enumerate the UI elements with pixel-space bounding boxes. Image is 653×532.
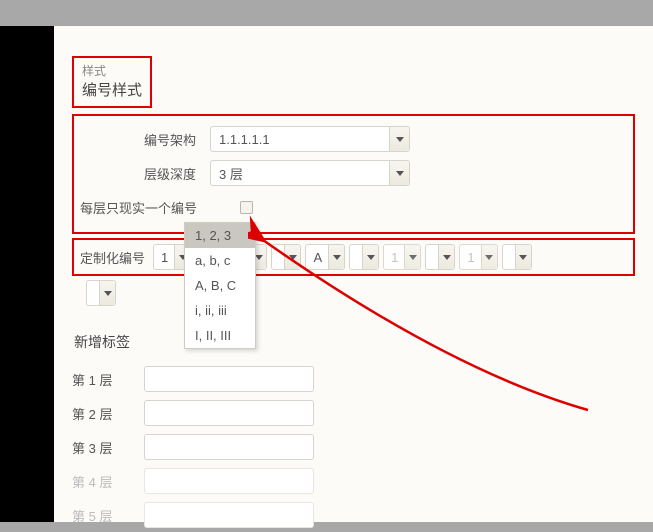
chevron-down-icon <box>389 127 409 151</box>
custom-numbering-box: 定制化编号 1 a A 1 1 <box>72 238 635 276</box>
dropdown-item[interactable]: i, ii, iii <box>185 298 255 323</box>
title-big: 编号样式 <box>82 79 142 100</box>
level-4-label: 第 4 层 <box>72 472 144 491</box>
custom-sep-4[interactable] <box>425 244 455 270</box>
custom-slot-3[interactable]: A <box>305 244 345 270</box>
tags-title: 新增标签 <box>74 332 635 352</box>
level-2-input[interactable] <box>144 400 314 426</box>
custom-sep-5[interactable] <box>502 244 532 270</box>
custom-sep-2[interactable] <box>271 244 301 270</box>
chevron-down-icon <box>99 281 115 305</box>
numbering-dropdown: 1, 2, 3 a, b, c A, B, C i, ii, iii I, II… <box>184 222 256 349</box>
dropdown-item[interactable]: a, b, c <box>185 248 255 273</box>
dropdown-item[interactable]: 1, 2, 3 <box>185 223 255 248</box>
level-1-input[interactable] <box>144 366 314 392</box>
numbering-settings-box: 编号架构 1.1.1.1.1 层级深度 3 层 每层只现实一个编号 <box>72 114 635 234</box>
custom-sep-3[interactable] <box>349 244 379 270</box>
custom-slot-5[interactable]: 1 <box>459 244 497 270</box>
chevron-down-icon <box>515 245 531 269</box>
arch-label: 编号架构 <box>78 130 210 149</box>
chevron-down-icon <box>404 245 420 269</box>
chevron-down-icon <box>438 245 454 269</box>
title-small: 样式 <box>82 62 142 79</box>
chevron-down-icon <box>389 161 409 185</box>
depth-label: 层级深度 <box>78 164 210 183</box>
custom-slot-4[interactable]: 1 <box>383 244 421 270</box>
arch-select[interactable]: 1.1.1.1.1 <box>210 126 410 152</box>
level-3-label: 第 3 层 <box>72 438 144 457</box>
dropdown-item[interactable]: I, II, III <box>185 323 255 348</box>
level-2-label: 第 2 层 <box>72 404 144 423</box>
single-label: 每层只现实一个编号 <box>78 198 240 217</box>
depth-select[interactable]: 3 层 <box>210 160 410 186</box>
level-3-input[interactable] <box>144 434 314 460</box>
level-1-label: 第 1 层 <box>72 370 144 389</box>
single-checkbox[interactable] <box>240 201 253 214</box>
title-box: 样式 编号样式 <box>72 56 152 108</box>
level-5-input <box>144 502 314 528</box>
custom-label: 定制化编号 <box>80 248 145 267</box>
chevron-down-icon <box>284 245 300 269</box>
dropdown-item[interactable]: A, B, C <box>185 273 255 298</box>
chevron-down-icon <box>481 245 497 269</box>
chevron-down-icon <box>362 245 378 269</box>
chevron-down-icon <box>328 245 344 269</box>
settings-panel: 样式 编号样式 编号架构 1.1.1.1.1 层级深度 3 层 每层只现实一个编… <box>54 26 653 522</box>
level-4-input <box>144 468 314 494</box>
extra-select[interactable] <box>86 280 116 306</box>
